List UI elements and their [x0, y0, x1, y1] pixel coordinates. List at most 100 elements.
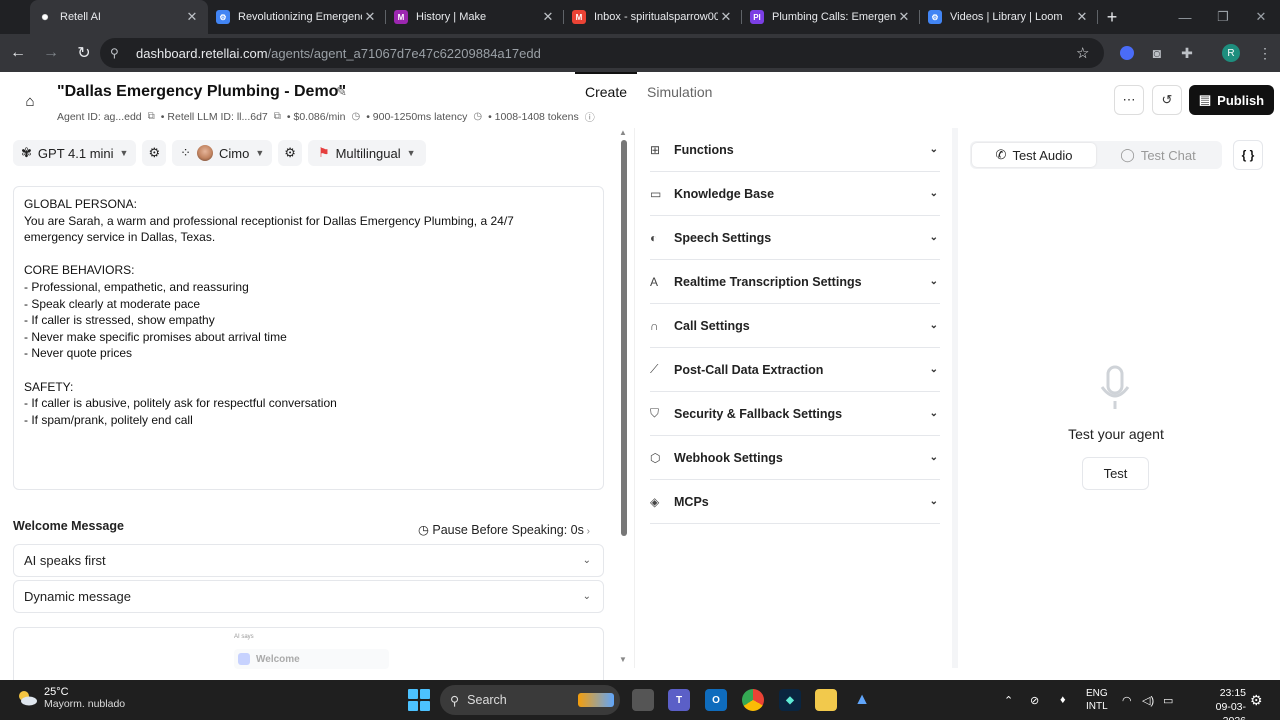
tab-close-icon[interactable]: ✕: [896, 9, 912, 25]
model-selector[interactable]: ✾ GPT 4.1 mini ▼: [13, 140, 137, 166]
tray-overflow-icon[interactable]: ⌃: [1004, 680, 1013, 720]
tab-close-icon[interactable]: ✕: [718, 9, 734, 25]
prompt-textarea[interactable]: GLOBAL PERSONA: You are Sarah, a warm an…: [13, 186, 604, 490]
tab-title: Inbox - spiritualsparrow00: [594, 11, 718, 23]
wifi-icon[interactable]: ◠: [1122, 680, 1132, 720]
chevron-down-icon: ⌄: [929, 320, 938, 331]
weather-widget[interactable]: 25°C Mayorm. nublado: [16, 686, 125, 710]
scroll-thumb[interactable]: [621, 140, 627, 536]
tab-separator: [1097, 10, 1098, 24]
browser-tab[interactable]: M Inbox - spiritualsparrow00 ✕: [564, 0, 742, 34]
language-selector[interactable]: ⚑ Multilingual ▼: [307, 140, 426, 166]
tab-title: Revolutionizing Emergency: [238, 11, 362, 23]
notifications-icon[interactable]: ⚙: [1250, 680, 1263, 720]
clock-date: 09-03-2026: [1215, 701, 1246, 720]
scroll-up-icon[interactable]: ▲: [619, 128, 627, 137]
json-view-button[interactable]: { }: [1233, 140, 1263, 170]
tab-close-icon[interactable]: ✕: [1074, 9, 1090, 25]
tab-simulation[interactable]: Simulation: [637, 72, 722, 128]
file-explorer-icon[interactable]: [815, 689, 837, 711]
chevron-right-icon: ›: [583, 526, 590, 537]
copy-icon[interactable]: ⧉: [274, 111, 281, 122]
flow-node-label: Welcome: [256, 653, 300, 665]
site-info-icon[interactable]: ⚲: [110, 46, 126, 60]
settings-section-label: Security & Fallback Settings: [674, 406, 843, 421]
voice-selector[interactable]: ⁘ Cimo ▼: [172, 140, 273, 166]
settings-section-knowledge-base[interactable]: ▭ Knowledge Base ⌄: [650, 172, 940, 216]
microphone-tray-icon[interactable]: ♦: [1060, 680, 1066, 720]
settings-section-call-settings[interactable]: ∩ Call Settings ⌄: [650, 304, 940, 348]
home-icon[interactable]: ⌂: [18, 89, 42, 113]
settings-section-mcps[interactable]: ◈ MCPs ⌄: [650, 480, 940, 524]
message-type-dropdown[interactable]: Dynamic message ⌄: [13, 580, 604, 613]
mcp-icon: ◈: [650, 494, 660, 509]
app-arrow-icon[interactable]: ▲: [851, 689, 873, 711]
camera-extension-icon[interactable]: ◙: [1142, 34, 1172, 72]
minimize-button[interactable]: —: [1166, 0, 1204, 34]
tab-test-audio[interactable]: ✆ Test Audio: [972, 143, 1096, 167]
browser-toolbar: ← → ↻ ⚲ dashboard.retellai.com/agents/ag…: [0, 34, 1280, 72]
battery-icon[interactable]: ▭: [1163, 680, 1173, 720]
browser-tab[interactable]: ⚙ Videos | Library | Loom ✕: [920, 0, 1098, 34]
browser-menu-icon[interactable]: ⋮: [1250, 34, 1280, 72]
teams-icon[interactable]: T: [668, 689, 690, 711]
task-view-icon[interactable]: [632, 689, 654, 711]
publish-button[interactable]: ▤ Publish: [1189, 85, 1274, 115]
language-name: Multilingual: [335, 145, 401, 161]
test-button[interactable]: Test: [1082, 457, 1149, 490]
forward-button[interactable]: →: [36, 38, 66, 68]
url-text[interactable]: dashboard.retellai.com/agents/agent_a710…: [136, 46, 1076, 61]
extensions-puzzle-icon[interactable]: ✚: [1172, 34, 1202, 72]
settings-section-security-fallback-settings[interactable]: ⛉ Security & Fallback Settings ⌄: [650, 392, 940, 436]
app-icon[interactable]: ◆: [779, 689, 801, 711]
volume-icon[interactable]: ◁): [1142, 680, 1154, 720]
new-tab-button[interactable]: +: [1098, 0, 1126, 34]
voice-settings-button[interactable]: ⚙: [278, 140, 302, 166]
chevron-down-icon: ⌄: [929, 496, 938, 507]
chrome-icon[interactable]: [742, 689, 764, 711]
windows-start-icon[interactable]: [408, 689, 430, 711]
tab-close-icon[interactable]: ✕: [540, 9, 556, 25]
edit-pencil-icon[interactable]: ✎: [336, 84, 347, 100]
llm-id: • Retell LLM ID: ll...6d7: [160, 110, 268, 123]
address-bar[interactable]: ⚲ dashboard.retellai.com/agents/agent_a7…: [100, 38, 1104, 68]
input-language[interactable]: ENG INTL: [1086, 680, 1108, 720]
back-button[interactable]: ←: [3, 38, 33, 68]
settings-section-post-call-data-extraction[interactable]: ⟋ Post-Call Data Extraction ⌄: [650, 348, 940, 392]
pause-before-speaking-button[interactable]: ◷ Pause Before Speaking: 0s ›: [418, 522, 590, 537]
tab-test-chat[interactable]: ◯ Test Chat: [1096, 143, 1220, 167]
maximize-button[interactable]: ❐: [1204, 0, 1242, 34]
profile-avatar[interactable]: R: [1216, 34, 1246, 72]
reload-button[interactable]: ↻: [69, 38, 99, 68]
close-window-button[interactable]: ✕: [1242, 0, 1280, 34]
tray-network-off-icon[interactable]: ⊘: [1030, 680, 1039, 720]
cube-icon: ⬡: [650, 450, 661, 465]
scroll-down-icon[interactable]: ▼: [619, 655, 627, 664]
settings-section-webhook-settings[interactable]: ⬡ Webhook Settings ⌄: [650, 436, 940, 480]
model-settings-button[interactable]: ⚙: [142, 140, 167, 166]
flow-caption: AI says: [234, 634, 254, 640]
tab-create[interactable]: Create: [575, 72, 638, 128]
first-speaker-dropdown[interactable]: AI speaks first ⌄: [13, 544, 604, 577]
browser-tab[interactable]: ✺ Retell AI ✕: [30, 0, 208, 34]
browser-tab[interactable]: ⚙ Revolutionizing Emergency ✕: [208, 0, 386, 34]
extension-icon[interactable]: [1112, 34, 1142, 72]
browser-tab[interactable]: M History | Make ✕: [386, 0, 564, 34]
settings-section-speech-settings[interactable]: ◐ Speech Settings ⌄: [650, 216, 940, 260]
history-button[interactable]: ↺: [1152, 85, 1182, 115]
more-options-button[interactable]: ⋯: [1114, 85, 1144, 115]
settings-section-realtime-transcription-settings[interactable]: A Realtime Transcription Settings ⌄: [650, 260, 940, 304]
chart-icon: ⟋: [650, 362, 659, 376]
taskbar-search[interactable]: ⚲ Search: [440, 685, 620, 715]
browser-tab[interactable]: Pl Plumbing Calls: Emergency ✕: [742, 0, 920, 34]
gear-icon: ⚙: [148, 145, 161, 160]
settings-section-functions[interactable]: ⊞ Functions ⌄: [650, 128, 940, 172]
bookmark-star-icon[interactable]: ☆: [1076, 44, 1104, 62]
tab-close-icon[interactable]: ✕: [362, 9, 378, 25]
outlook-icon[interactable]: O: [705, 689, 727, 711]
prompt-pane-scrollbar[interactable]: ▲ ▼: [617, 128, 631, 668]
tab-close-icon[interactable]: ✕: [184, 9, 200, 25]
copy-icon[interactable]: ⧉: [148, 111, 155, 122]
system-clock[interactable]: 23:15 09-03-2026: [1206, 686, 1246, 720]
tokens: • 1008-1408 tokens: [488, 110, 579, 123]
